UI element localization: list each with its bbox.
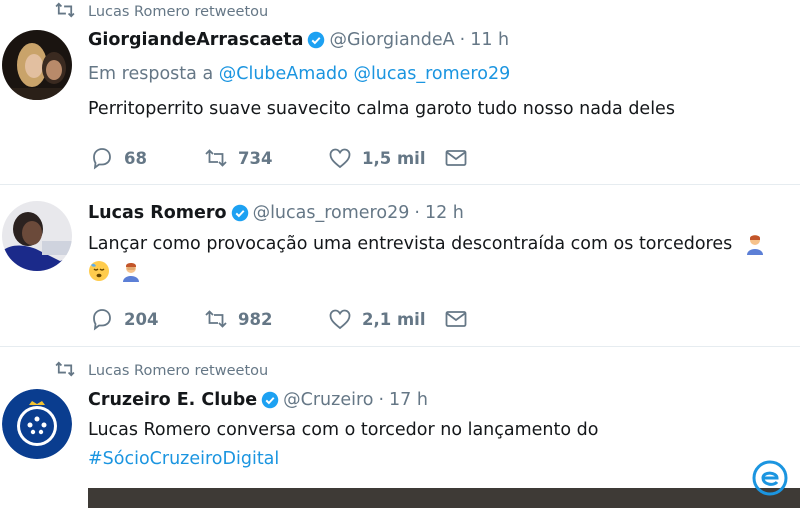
separator-dot: · <box>414 203 420 223</box>
like-count: 1,5 mil <box>362 148 426 168</box>
reply-prefix: Em resposta a <box>88 64 214 84</box>
envelope-icon <box>445 311 467 327</box>
tweet-header: Lucas Romero @lucas_romero29 · 12 h <box>88 203 464 223</box>
avatar[interactable] <box>2 30 72 100</box>
retweet-context: Lucas Romero retweetou <box>54 361 268 381</box>
retweet-icon <box>54 361 76 381</box>
watermark-logo-icon <box>752 460 788 496</box>
retweet-count: 734 <box>238 148 273 168</box>
hashtag-link[interactable]: #SócioCruzeiroDigital <box>88 449 279 469</box>
display-name[interactable]: Lucas Romero <box>88 203 227 223</box>
direct-message-button[interactable] <box>444 146 468 170</box>
tweet-text: Lançar como provocação uma entrevista de… <box>88 234 733 254</box>
like-count: 2,1 mil <box>362 309 426 329</box>
retweet-icon <box>54 2 76 22</box>
tweet-divider <box>0 346 800 347</box>
avatar[interactable] <box>2 201 72 271</box>
handle[interactable]: @GiorgiandeA <box>329 30 454 50</box>
emoji-line <box>88 260 142 282</box>
retweet-icon <box>205 310 227 328</box>
person-facepalm-emoji-icon <box>122 263 139 282</box>
like-button[interactable]: 2,1 mil <box>328 307 444 331</box>
display-name[interactable]: GiorgiandeArrascaeta <box>88 30 303 50</box>
like-button[interactable]: 1,5 mil <box>328 146 444 170</box>
separator-dot: · <box>378 390 385 410</box>
tweet-divider <box>0 184 800 185</box>
sleepy-face-emoji-icon <box>89 261 109 281</box>
heart-icon <box>329 309 351 330</box>
reply-count: 204 <box>124 309 159 329</box>
tweet-text: Lucas Romero conversa com o torcedor no … <box>88 420 599 440</box>
timestamp[interactable]: 12 h <box>425 203 464 223</box>
retweet-label: Lucas Romero retweetou <box>88 363 269 379</box>
handle[interactable]: @lucas_romero29 <box>253 203 410 223</box>
tweet-text-line: Lançar como provocação uma entrevista de… <box>88 233 766 255</box>
tweet-header: GiorgiandeArrascaeta @GiorgiandeA · 11 h <box>88 30 509 50</box>
media-preview[interactable] <box>88 488 800 508</box>
person-gesturing-emoji-icon <box>746 235 763 255</box>
retweet-button[interactable]: 734 <box>204 146 328 170</box>
tweet-text: Perritoperrito suave suavecito calma gar… <box>88 99 675 119</box>
tweet-header: Cruzeiro E. Clube @Cruzeiro · 17 h <box>88 390 428 410</box>
separator-dot: · <box>459 30 466 50</box>
timestamp[interactable]: 17 h <box>389 390 428 410</box>
handle[interactable]: @Cruzeiro <box>283 390 373 410</box>
verified-icon <box>308 31 325 49</box>
direct-message-button[interactable] <box>444 307 468 331</box>
tweet-actions: 68 734 1,5 mil <box>90 146 468 170</box>
reply-count: 68 <box>124 148 147 168</box>
retweet-count: 982 <box>238 309 273 329</box>
tweet-actions: 204 982 2,1 mil <box>90 307 468 331</box>
verified-icon <box>261 391 279 409</box>
reply-mention[interactable]: @ClubeAmado <box>219 64 348 84</box>
reply-button[interactable]: 204 <box>90 307 204 331</box>
envelope-icon <box>445 150 467 166</box>
heart-icon <box>329 148 351 169</box>
retweet-label: Lucas Romero retweetou <box>88 4 269 20</box>
avatar[interactable] <box>2 389 72 459</box>
reply-icon <box>93 148 111 170</box>
display-name[interactable]: Cruzeiro E. Clube <box>88 390 257 410</box>
verified-icon <box>231 204 248 222</box>
timestamp[interactable]: 11 h <box>470 30 509 50</box>
retweet-context: Lucas Romero retweetou <box>54 2 268 22</box>
retweet-button[interactable]: 982 <box>204 307 328 331</box>
reply-button[interactable]: 68 <box>90 146 204 170</box>
retweet-icon <box>205 149 227 167</box>
reply-icon <box>93 309 111 331</box>
reply-mention[interactable]: @lucas_romero29 <box>353 64 510 84</box>
reply-context: Em resposta a @ClubeAmado @lucas_romero2… <box>88 64 510 84</box>
